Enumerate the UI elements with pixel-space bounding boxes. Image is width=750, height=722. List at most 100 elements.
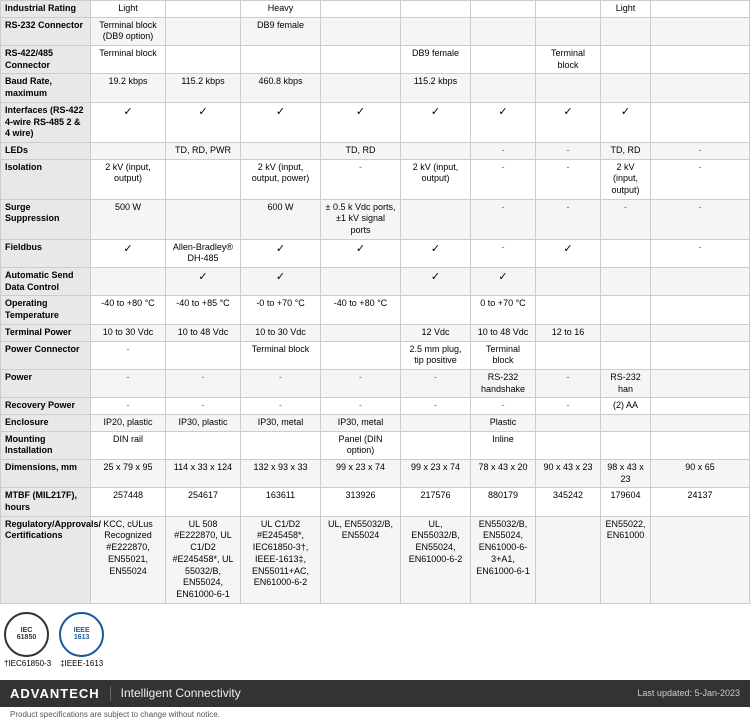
- checkmark-icon: ✓: [356, 106, 365, 118]
- dash: -: [699, 162, 702, 172]
- table-cell: 0 to +70 °C: [471, 296, 536, 324]
- row-label: Automatic Send Data Control: [1, 268, 91, 296]
- dash: -: [434, 372, 437, 382]
- table-cell: UL, EN55032/B, EN55024: [321, 516, 401, 603]
- table-cell: ✓: [401, 268, 471, 296]
- table-cell: [536, 414, 601, 431]
- table-row: Mounting InstallationDIN railPanel (DIN …: [1, 431, 750, 459]
- table-row: Power-----RS-232 handshake-RS-232 han: [1, 369, 750, 397]
- dash: -: [279, 372, 282, 382]
- table-cell: [401, 296, 471, 324]
- table-cell: [166, 341, 241, 369]
- row-label: Power Connector: [1, 341, 91, 369]
- table-cell: ✓: [321, 239, 401, 267]
- table-cell: [651, 369, 750, 397]
- table-cell: [166, 431, 241, 459]
- table-cell: ✓: [321, 102, 401, 142]
- table-cell: [401, 1, 471, 18]
- table-cell: [401, 431, 471, 459]
- table-cell: -: [166, 398, 241, 415]
- spec-table: Industrial RatingLightHeavyLightRS-232 C…: [0, 0, 750, 604]
- table-cell: ✓: [601, 102, 651, 142]
- table-cell: -: [471, 239, 536, 267]
- table-cell: [651, 74, 750, 102]
- table-cell: [321, 17, 401, 45]
- table-cell: [651, 296, 750, 324]
- table-cell: [91, 268, 166, 296]
- cert-label-iec61850: †IEC61850-3: [4, 659, 51, 668]
- table-cell: ✓: [536, 239, 601, 267]
- table-cell: ✓: [241, 102, 321, 142]
- table-cell: Terminal block: [91, 46, 166, 74]
- table-cell: -: [91, 398, 166, 415]
- table-row: RS-232 ConnectorTerminal block (DB9 opti…: [1, 17, 750, 45]
- table-cell: [651, 324, 750, 341]
- dash: -: [624, 202, 627, 212]
- table-row: Surge Suppression500 W600 W± 0.5 k Vdc p…: [1, 199, 750, 239]
- table-cell: 115.2 kbps: [401, 74, 471, 102]
- table-cell: [471, 1, 536, 18]
- checkmark-icon: ✓: [621, 106, 630, 118]
- table-cell: EN55032/B, EN55024, EN61000-6-3+A1, EN61…: [471, 516, 536, 603]
- table-cell: [321, 46, 401, 74]
- table-row: Regulatory/Approvals/ CertificationsKCC,…: [1, 516, 750, 603]
- checkmark-icon: ✓: [276, 106, 285, 118]
- table-cell: IP30, metal: [321, 414, 401, 431]
- checkmark-icon: ✓: [123, 243, 132, 255]
- row-label: Regulatory/Approvals/ Certifications: [1, 516, 91, 603]
- table-cell: Inline: [471, 431, 536, 459]
- table-cell: Terminal block: [536, 46, 601, 74]
- row-label: Operating Temperature: [1, 296, 91, 324]
- dash: -: [699, 202, 702, 212]
- table-cell: Allen-Bradley® DH-485: [166, 239, 241, 267]
- table-cell: Light: [91, 1, 166, 18]
- table-cell: [321, 268, 401, 296]
- table-row: Recovery Power-------(2) AA: [1, 398, 750, 415]
- table-cell: [601, 296, 651, 324]
- table-cell: -: [471, 398, 536, 415]
- table-cell: 25 x 79 x 95: [91, 460, 166, 488]
- dash: -: [502, 145, 505, 155]
- table-cell: 313926: [321, 488, 401, 516]
- footer: ADVANTECH Intelligent Connectivity Last …: [0, 680, 750, 707]
- table-cell: ✓: [91, 239, 166, 267]
- table-cell: Light: [601, 1, 651, 18]
- checkmark-icon: ✓: [498, 271, 507, 283]
- table-cell: 345242: [536, 488, 601, 516]
- footer-brand: ADVANTECH: [10, 686, 111, 701]
- table-cell: 2 kV (input, output): [601, 159, 651, 199]
- table-row: RS-422/485 ConnectorTerminal blockDB9 fe…: [1, 46, 750, 74]
- dash: -: [502, 242, 505, 252]
- table-cell: Terminal block: [241, 341, 321, 369]
- table-cell: [651, 516, 750, 603]
- table-cell: 99 x 23 x 74: [321, 460, 401, 488]
- table-cell: [401, 142, 471, 159]
- table-cell: 179604: [601, 488, 651, 516]
- table-cell: [651, 398, 750, 415]
- table-row: MTBF (MIL217F), hours2574482546171636113…: [1, 488, 750, 516]
- dash: -: [434, 400, 437, 410]
- table-cell: -40 to +80 °C: [91, 296, 166, 324]
- table-cell: -: [651, 239, 750, 267]
- table-row: Baud Rate, maximum19.2 kbps115.2 kbps460…: [1, 74, 750, 102]
- table-row: EnclosureIP20, plasticIP30, plasticIP30,…: [1, 414, 750, 431]
- table-cell: [601, 239, 651, 267]
- table-cell: [401, 17, 471, 45]
- row-label: MTBF (MIL217F), hours: [1, 488, 91, 516]
- table-cell: RS-232 han: [601, 369, 651, 397]
- table-cell: [166, 17, 241, 45]
- table-cell: UL C1/D2 #E245458*, IEC61850-3†, IEEE-16…: [241, 516, 321, 603]
- dash: -: [502, 400, 505, 410]
- footer-date: Last updated: 5-Jan-2023: [637, 688, 740, 698]
- table-cell: -: [536, 369, 601, 397]
- dash: -: [502, 162, 505, 172]
- checkmark-icon: ✓: [198, 106, 207, 118]
- table-cell: Terminal block: [471, 341, 536, 369]
- table-cell: 2 kV (input, output): [91, 159, 166, 199]
- checkmark-icon: ✓: [276, 271, 285, 283]
- dash: -: [567, 145, 570, 155]
- dash: -: [359, 372, 362, 382]
- table-cell: [601, 268, 651, 296]
- dash: -: [502, 202, 505, 212]
- table-row: Fieldbus✓Allen-Bradley® DH-485✓✓✓-✓-: [1, 239, 750, 267]
